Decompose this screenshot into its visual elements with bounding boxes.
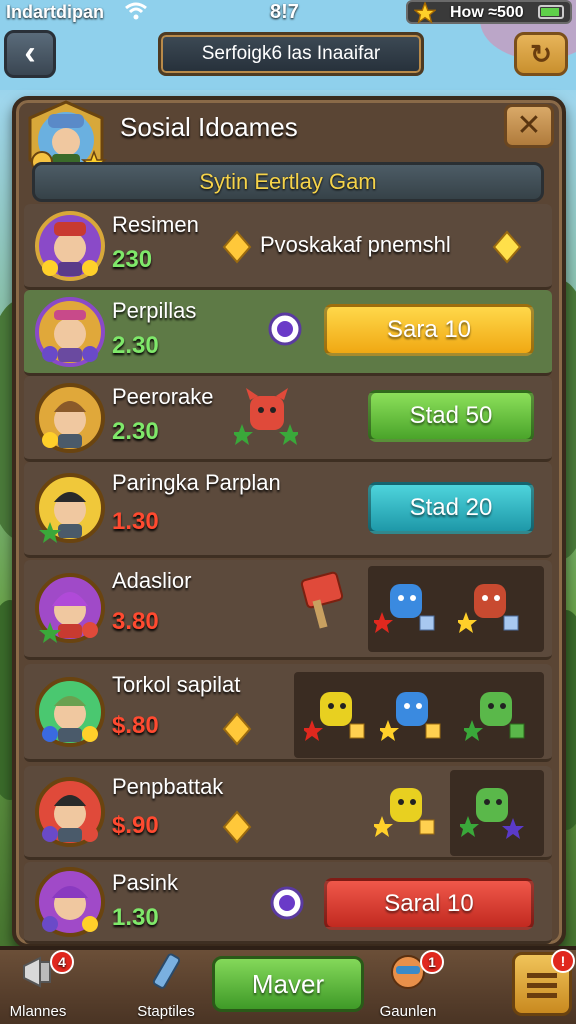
player-score: $.90 [112, 812, 159, 839]
list-item[interactable]: Torkol sapilat $.80 [24, 664, 552, 762]
avatar [35, 677, 105, 747]
monster-icon [460, 788, 524, 839]
avatar [35, 573, 105, 643]
player-name: Resimen [112, 212, 199, 237]
battery-icon [538, 5, 564, 19]
avatar [35, 473, 105, 543]
player-name: Torkol sapilat [112, 672, 241, 697]
clock: 8!7 [270, 1, 299, 23]
panel-title: Sosial Idoames [120, 112, 298, 142]
player-score: 3.80 [112, 608, 159, 635]
nav-messages[interactable]: 4 Mlannes [6, 950, 74, 1020]
list-item[interactable]: Penpbattak $.90 [24, 766, 552, 860]
player-score: $.80 [112, 712, 159, 739]
refresh-button[interactable]: ↻ [514, 32, 568, 76]
player-name: Adaslior [112, 568, 192, 593]
avatar [35, 383, 105, 453]
player-score: 2.30 [112, 332, 159, 359]
monster-icon [304, 692, 365, 741]
wifi-icon [125, 2, 147, 20]
notification-badge: 1 [420, 950, 444, 974]
menu-button[interactable]: ! [512, 949, 575, 1016]
avatar [35, 297, 105, 367]
player-name: Perpillas [112, 298, 197, 323]
player-score: 1.30 [112, 508, 159, 535]
player-score: 1.30 [112, 904, 159, 931]
nav-label: Gaunlen [379, 1003, 437, 1020]
gem-icon [492, 230, 522, 264]
nav-primary-button[interactable]: Maver [212, 956, 364, 1012]
hammer-icon [300, 571, 344, 629]
avatar [35, 777, 105, 847]
monster-icon [380, 692, 441, 741]
monster-icon [374, 788, 435, 837]
monster-icon [374, 584, 435, 633]
start-button[interactable]: Stad 50 [368, 390, 534, 442]
list-item[interactable]: Resimen 230 Pvoskakaf pnemshl [24, 204, 552, 290]
list-item[interactable]: Adaslior 3.80 [24, 560, 552, 660]
status-bar: Indartdipan 8!7 How ≈500 [0, 0, 576, 26]
carrier-name: Indartdipan [6, 2, 104, 22]
currency-counter[interactable]: How ≈500 [406, 0, 572, 24]
monster-icon [458, 584, 519, 633]
pencil-icon [152, 953, 181, 989]
refresh-icon: ↻ [530, 39, 552, 69]
player-score: 230 [112, 246, 153, 273]
avatar [35, 867, 105, 937]
claim-button[interactable]: Saral 10 [324, 878, 534, 930]
claim-button[interactable]: Sara 10 [324, 304, 534, 356]
reward-text: Pvoskakaf pnemshl [260, 232, 451, 257]
nav-games[interactable]: 1 Gaunlen [376, 950, 444, 1020]
close-icon: ✕ [516, 109, 542, 142]
monster-icon [464, 692, 525, 741]
player-name: Peerorake [112, 384, 214, 409]
start-button[interactable]: Stad 20 [368, 482, 534, 534]
nav-stats[interactable]: Staptiles [134, 952, 198, 1020]
list-item[interactable]: Pasink 1.30 Saral 10 [24, 862, 552, 944]
monster-icon [234, 388, 298, 445]
gem-icon [222, 230, 252, 264]
player-score: 2.30 [112, 418, 159, 445]
player-name: Pasink [112, 870, 179, 895]
page-title: Serfoigk6 las Inaaifar [158, 32, 424, 76]
gem-icon [222, 810, 252, 844]
close-button[interactable]: ✕ [504, 104, 554, 148]
list-item[interactable]: Peerorake 2.30 Stad 50 [24, 376, 552, 462]
nav-label: Mlannes [9, 1003, 67, 1020]
player-name: Penpbattak [112, 774, 224, 799]
list-item[interactable]: Paringka Parplan 1.30 Stad 20 [24, 462, 552, 558]
avatar [35, 211, 105, 281]
notification-badge: ! [551, 949, 575, 973]
emoji-icon [268, 312, 302, 346]
star-icon [414, 2, 436, 24]
panel-subtitle: Sytin Eertlay Gam [32, 162, 544, 202]
player-name: Paringka Parplan [112, 470, 281, 495]
back-button[interactable]: ‹ [4, 30, 56, 78]
currency-amount: How ≈500 [450, 4, 524, 21]
chevron-left-icon: ‹ [24, 34, 36, 72]
gem-icon [222, 712, 252, 746]
nav-label: Staptiles [137, 1003, 195, 1020]
emoji-icon [270, 886, 304, 920]
notification-badge: 4 [50, 950, 74, 974]
list-item[interactable]: Perpillas 2.30 Sara 10 [24, 290, 552, 376]
